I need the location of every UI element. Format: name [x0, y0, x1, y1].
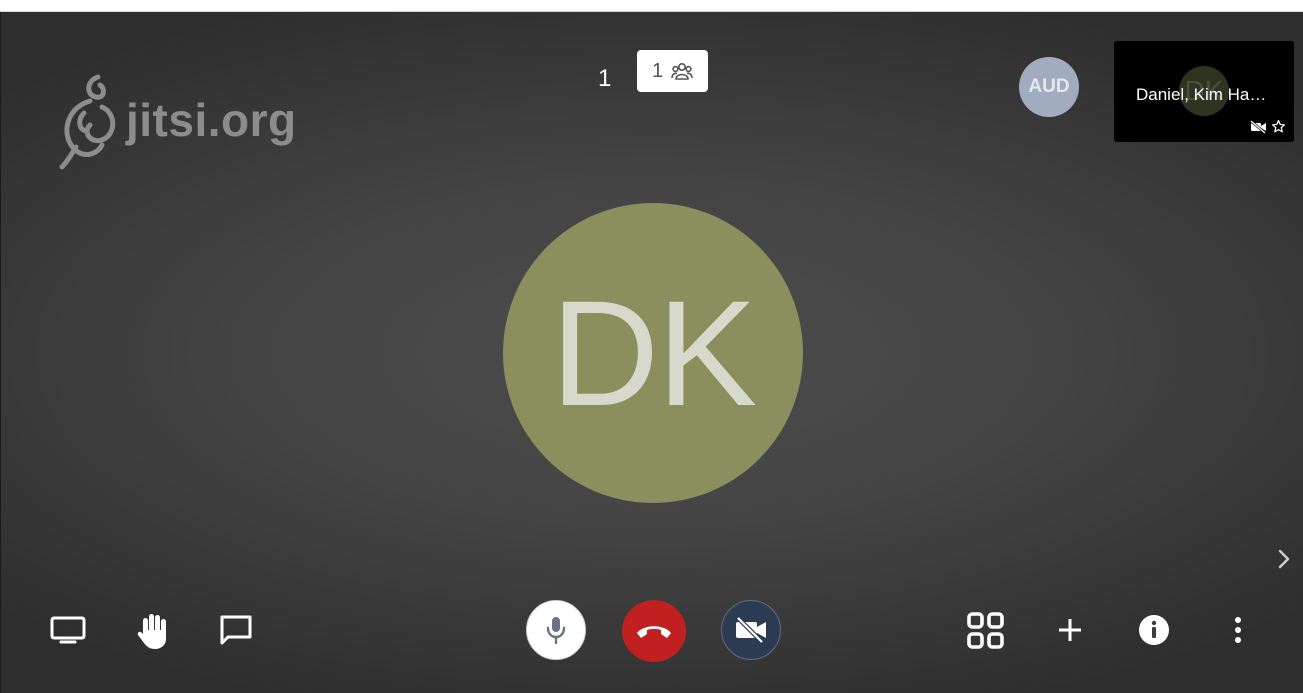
- hangup-button[interactable]: [622, 600, 686, 662]
- info-icon: [1139, 615, 1169, 645]
- participant-thumbnail[interactable]: DK Daniel, Kim Ha…: [1114, 41, 1294, 142]
- logo-text: jitsi.org: [126, 94, 297, 146]
- participants-icon: [671, 62, 693, 80]
- participant-counter: 1: [598, 65, 612, 92]
- raise-hand-button[interactable]: [132, 610, 174, 652]
- window-top-strip: [0, 0, 1303, 12]
- info-button[interactable]: [1136, 612, 1172, 648]
- conference-stage: jitsi.org 1 1 AUD DK Daniel, Kim Ha… DK: [0, 12, 1303, 693]
- tile-view-button[interactable]: [963, 610, 1009, 652]
- microphone-icon: [546, 617, 566, 645]
- moderator-star-icon: [1271, 119, 1286, 133]
- more-actions-button[interactable]: [1226, 612, 1250, 648]
- chat-icon: [220, 615, 252, 645]
- more-vertical-icon: [1235, 617, 1241, 643]
- audio-only-avatar[interactable]: AUD: [1019, 57, 1079, 117]
- thumbnail-status-icons: [1250, 119, 1286, 134]
- video-off-button[interactable]: [721, 600, 781, 660]
- screen-share-button[interactable]: [46, 612, 90, 648]
- participants-count: 1: [651, 59, 664, 82]
- dominant-speaker-avatar: DK: [503, 203, 803, 503]
- tile-view-icon: [967, 612, 1004, 649]
- screen-share-icon: [50, 616, 86, 644]
- invite-plus-icon: [1059, 619, 1081, 641]
- invite-button[interactable]: [1052, 612, 1088, 648]
- video-off-icon: [736, 616, 766, 644]
- participants-button[interactable]: 1: [637, 50, 708, 92]
- jitsi-logo[interactable]: jitsi.org: [56, 67, 306, 177]
- hangup-icon: [637, 626, 671, 638]
- video-muted-icon: [1250, 119, 1266, 134]
- thumbnail-display-name: Daniel, Kim Ha…: [1136, 85, 1267, 104]
- raise-hand-icon: [137, 614, 166, 649]
- chevron-right-icon[interactable]: [1273, 547, 1295, 571]
- chat-button[interactable]: [215, 612, 257, 648]
- microphone-button[interactable]: [526, 600, 586, 660]
- jitsi-logo-icon: [59, 74, 116, 170]
